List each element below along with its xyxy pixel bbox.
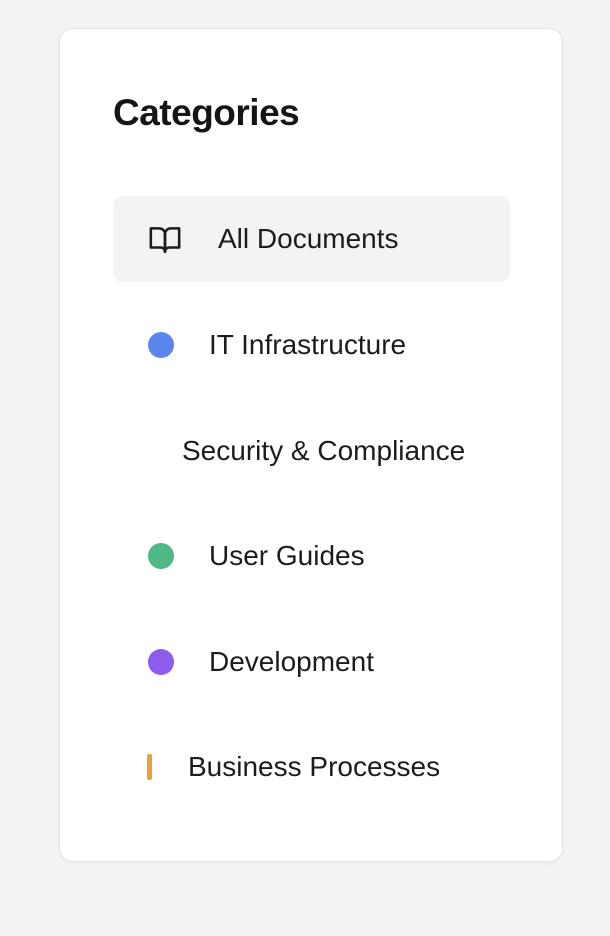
category-user-guides[interactable]: User Guides xyxy=(113,513,510,599)
category-label: User Guides xyxy=(209,540,365,571)
category-color-dot xyxy=(148,332,174,358)
category-it-infrastructure[interactable]: IT Infrastructure xyxy=(113,302,510,388)
category-label: Development xyxy=(209,646,374,677)
category-business-processes[interactable]: Business Processes xyxy=(113,724,510,810)
category-label: Security & Compliance xyxy=(182,435,466,466)
category-development[interactable]: Development xyxy=(113,619,510,705)
category-label: Business Processes xyxy=(188,751,441,782)
panel-title: Categories xyxy=(113,92,300,133)
category-color-dot xyxy=(148,543,174,569)
category-label: All Documents xyxy=(218,223,399,254)
category-label: IT Infrastructure xyxy=(209,329,407,360)
category-color-dot xyxy=(148,649,174,675)
category-color-bar xyxy=(147,754,152,780)
category-all-documents[interactable]: All Documents xyxy=(113,196,510,282)
book-icon xyxy=(149,227,181,254)
categories-panel: Categories All Documents IT Infrastructu… xyxy=(59,28,563,862)
category-security-compliance[interactable]: Security & Compliance xyxy=(113,408,510,494)
